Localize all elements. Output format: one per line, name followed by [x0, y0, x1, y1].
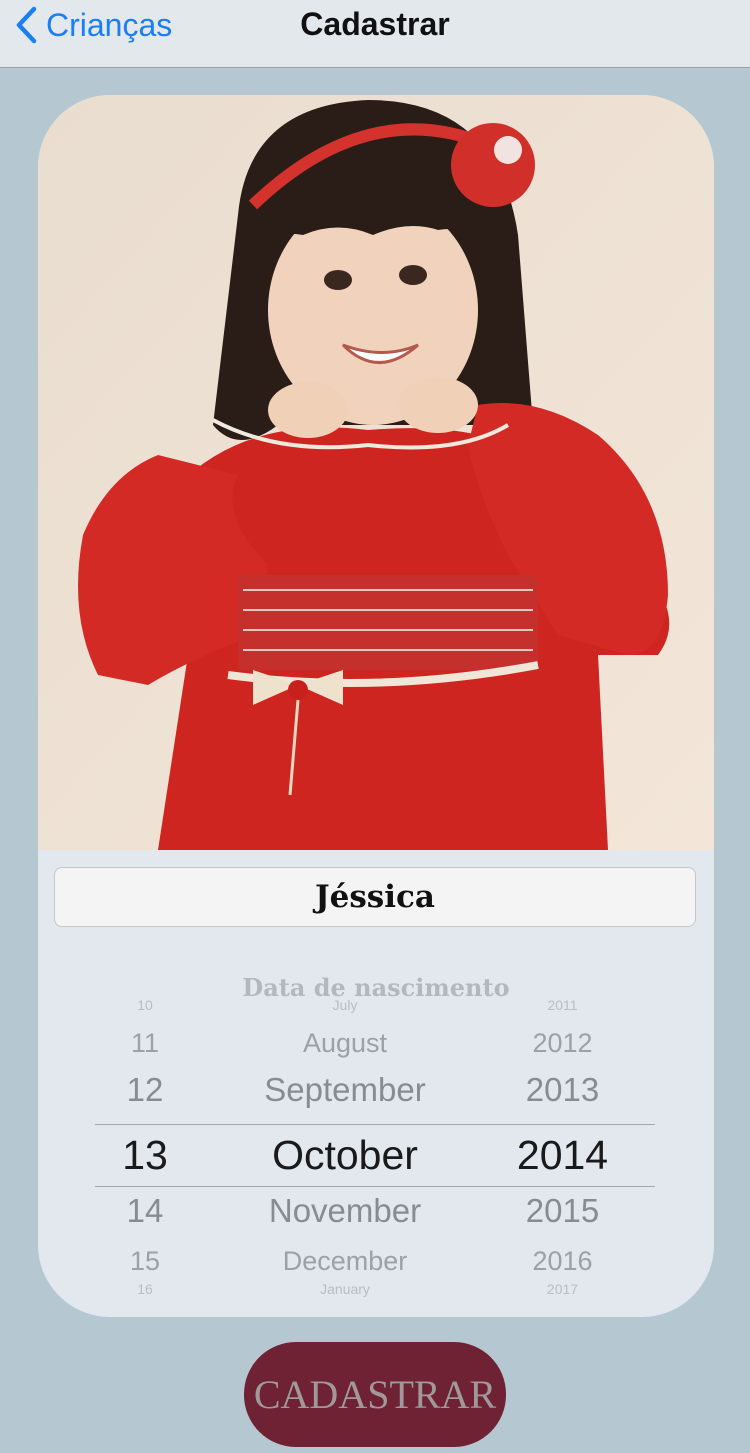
picker-day: 15 [129, 1246, 161, 1276]
picker-year: 2011 [547, 1000, 578, 1013]
picker-row[interactable]: 16 January 2017 [95, 1280, 655, 1300]
picker-day-selected: 13 [122, 1132, 168, 1178]
child-photo-image [38, 95, 714, 850]
navigation-bar: Crianças Cadastrar [0, 0, 750, 68]
picker-month: August [302, 1028, 388, 1058]
picker-month: January [320, 1281, 370, 1297]
picker-day: 14 [126, 1192, 164, 1229]
picker-year: 2013 [525, 1071, 600, 1108]
picker-row-selected[interactable]: 13 October 2014 [95, 1124, 655, 1186]
birth-date-picker[interactable]: 10 July 2011 11 August 2012 12 September… [95, 1000, 655, 1300]
page-title: Cadastrar [300, 6, 450, 42]
picker-month: December [282, 1246, 408, 1276]
picker-day: 10 [137, 1000, 153, 1013]
name-field[interactable]: Jéssica [54, 867, 696, 927]
picker-year: 2012 [532, 1028, 593, 1058]
picker-month: November [268, 1192, 422, 1229]
picker-row[interactable]: 11 August 2012 [95, 1018, 655, 1068]
picker-row[interactable]: 15 December 2016 [95, 1236, 655, 1286]
picker-day: 11 [130, 1028, 160, 1058]
picker-row[interactable]: 14 November 2015 [95, 1186, 655, 1236]
register-button[interactable]: CADASTRAR [244, 1342, 506, 1447]
picker-month: July [332, 1000, 358, 1013]
picker-year: 2016 [532, 1246, 593, 1276]
picker-year: 2015 [525, 1192, 600, 1229]
picker-row[interactable]: 10 July 2011 [95, 1000, 655, 1018]
picker-year-selected: 2014 [516, 1132, 609, 1178]
picker-month: September [264, 1071, 426, 1108]
registration-card: Jéssica Data de nascimento 10 July 2011 … [38, 95, 714, 1317]
picker-day: 16 [137, 1281, 153, 1297]
picker-row[interactable]: 12 September 2013 [95, 1065, 655, 1115]
picker-year: 2017 [546, 1281, 579, 1297]
birth-date-label: Data de nascimento [242, 973, 510, 1002]
picker-day: 12 [126, 1071, 164, 1108]
child-photo[interactable] [38, 95, 714, 850]
picker-month-selected: October [272, 1132, 418, 1178]
